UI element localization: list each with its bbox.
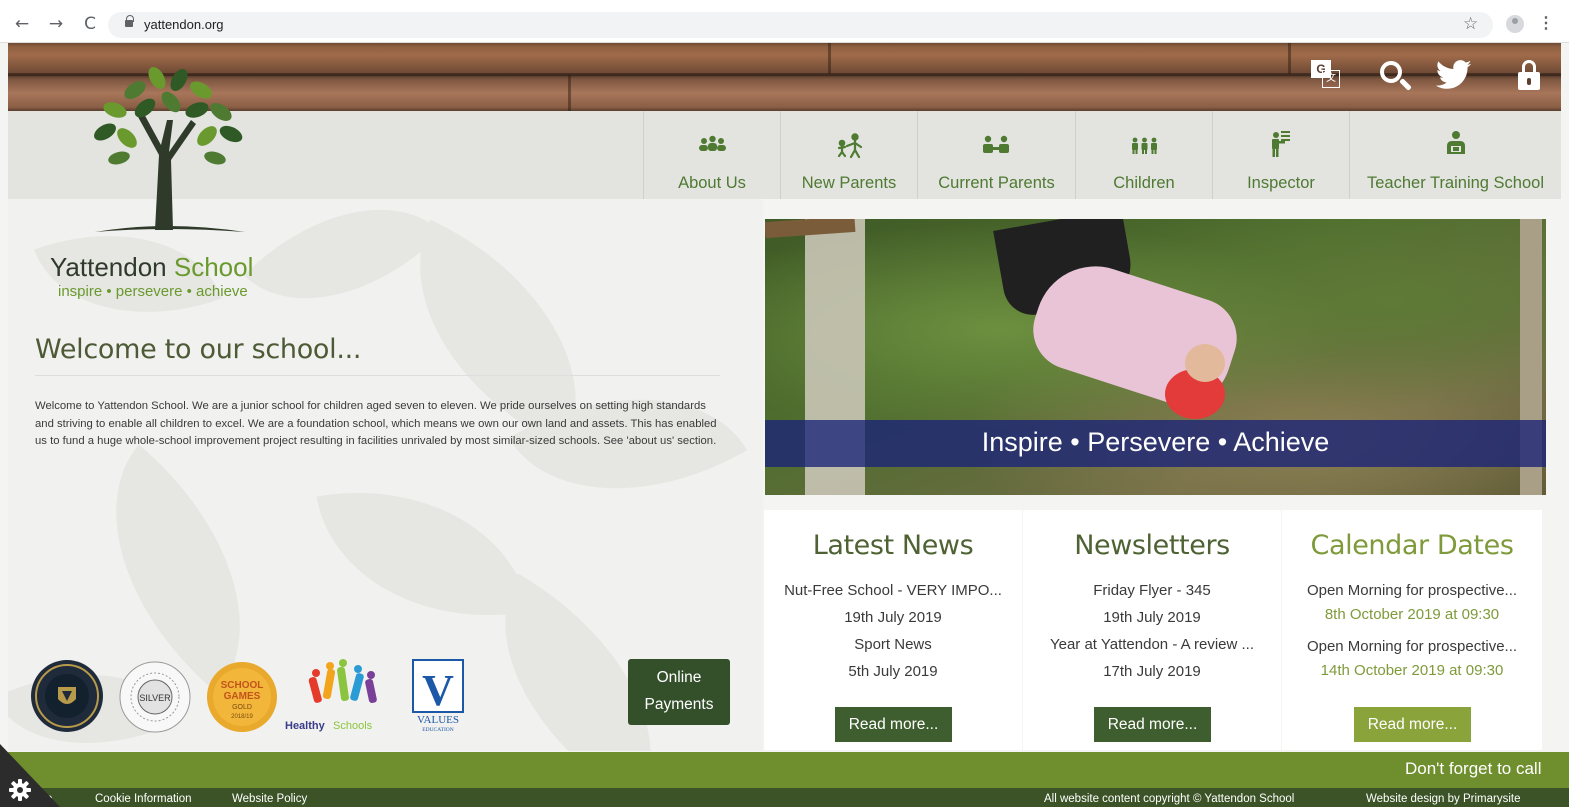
- footer-link-website-policy[interactable]: Website Policy: [232, 793, 307, 805]
- news-item-date: 19th July 2019: [844, 609, 942, 626]
- nav-current-parents[interactable]: Current Parents: [917, 111, 1075, 199]
- footer-link-cookie-information[interactable]: Cookie Information: [95, 793, 192, 805]
- svg-text:SILVER: SILVER: [139, 693, 171, 703]
- newsletter-item-link[interactable]: Year at Yattendon - A review ...: [1023, 636, 1281, 653]
- hero-caption: Inspire • Persevere • Achieve: [981, 427, 1330, 457]
- school-tagline: inspire • persevere • achieve: [58, 283, 248, 300]
- search-icon[interactable]: [1378, 60, 1414, 94]
- payments-label-line1: Online: [656, 669, 702, 686]
- profile-avatar-icon[interactable]: [1506, 15, 1524, 33]
- footer-copyright: All website content copyright © Yattendo…: [1044, 793, 1295, 805]
- nav-label: New Parents: [801, 174, 897, 192]
- forward-button[interactable]: →: [46, 14, 66, 34]
- presenter-icon: [1213, 129, 1349, 157]
- payments-label-line2: Payments: [644, 696, 714, 713]
- nav-teacher-training-school[interactable]: Teacher Training School: [1349, 111, 1561, 199]
- svg-text:2018/19: 2018/19: [231, 714, 253, 720]
- event-item-link[interactable]: Open Morning for prospective...: [1282, 638, 1542, 655]
- svg-text:Schools: Schools: [333, 720, 373, 732]
- url-text[interactable]: yattendon.org: [144, 17, 224, 32]
- footer-ticker-text: Don't forget to call: [1405, 759, 1542, 778]
- welcome-text: Welcome to Yattendon School. We are a ju…: [35, 400, 717, 447]
- twitter-icon[interactable]: [1435, 60, 1472, 90]
- nav-new-parents[interactable]: New Parents: [780, 111, 917, 199]
- address-bar[interactable]: yattendon.org: [108, 12, 1493, 38]
- values-education-badge[interactable]: V VALUES EDUCATION: [412, 659, 466, 733]
- healthy-schools-badge[interactable]: Healthy Schools: [283, 659, 408, 733]
- event-item-link[interactable]: Open Morning for prospective...: [1282, 582, 1542, 599]
- divider: [35, 375, 720, 376]
- newsletters-read-more-button[interactable]: Read more...: [1094, 707, 1211, 742]
- nav-label: About Us: [678, 174, 746, 192]
- adult-child-icon: [781, 133, 917, 159]
- nav-about-us[interactable]: About Us: [643, 111, 780, 199]
- secure-lock-icon: [125, 15, 134, 27]
- svg-text:VALUES: VALUES: [417, 714, 459, 726]
- svg-text:SCHOOL: SCHOOL: [221, 680, 264, 691]
- card-title: Calendar Dates: [1310, 530, 1514, 561]
- tab-strip: [0, 0, 1569, 8]
- school-name: Yattendon School: [50, 252, 254, 282]
- calendar-read-more-button[interactable]: Read more...: [1354, 707, 1471, 742]
- browser-menu-icon[interactable]: ⋮: [1538, 13, 1554, 33]
- academy-crest-badge[interactable]: [30, 659, 104, 733]
- card-title: Newsletters: [1074, 530, 1230, 561]
- back-button[interactable]: ←: [12, 14, 32, 34]
- hero-slideshow[interactable]: Inspire • Persevere • Achieve: [765, 219, 1546, 495]
- bookmark-star-icon[interactable]: ☆: [1463, 14, 1478, 34]
- footer-ticker-bar: [8, 752, 1569, 788]
- event-item-date: 8th October 2019 at 09:30: [1324, 606, 1500, 623]
- nav-children[interactable]: Children: [1075, 111, 1212, 199]
- google-translate-icon[interactable]: G 文: [1311, 60, 1343, 90]
- event-item-date: 14th October 2019 at 09:30: [1320, 662, 1504, 679]
- parents-icon: [918, 133, 1075, 157]
- nav-label: Children: [1113, 174, 1175, 192]
- nav-label: Teacher Training School: [1366, 174, 1545, 192]
- calendar-dates-card: Calendar Dates Open Morning for prospect…: [1282, 510, 1542, 750]
- school-games-gold-badge[interactable]: SCHOOL GAMES GOLD 2018/19: [206, 661, 278, 733]
- teacher-icon: [1350, 129, 1561, 154]
- anti-bullying-silver-badge[interactable]: SILVER: [118, 660, 192, 734]
- news-item-link[interactable]: Sport News: [764, 636, 1022, 653]
- news-item-date: 5th July 2019: [848, 663, 938, 680]
- svg-text:Healthy: Healthy: [285, 720, 326, 732]
- children-icon: [1076, 133, 1212, 157]
- gear-icon[interactable]: [8, 778, 32, 802]
- login-lock-icon[interactable]: [1518, 60, 1540, 90]
- school-logo-tree: [75, 60, 255, 240]
- nav-label: Current Parents: [938, 174, 1055, 192]
- footer-link-website-design[interactable]: Website design by Primarysite: [1366, 793, 1520, 805]
- browser-toolbar: ← → C yattendon.org ☆ ⋮: [0, 0, 1569, 43]
- nav-inspector[interactable]: Inspector: [1212, 111, 1349, 199]
- group-icon: [644, 133, 780, 157]
- news-read-more-button[interactable]: Read more...: [835, 707, 952, 742]
- welcome-heading: Welcome to our school...: [35, 334, 362, 365]
- svg-text:GOLD: GOLD: [232, 704, 252, 711]
- news-item-link[interactable]: Nut-Free School - VERY IMPO...: [764, 582, 1022, 599]
- online-payments-button[interactable]: Online Payments: [628, 659, 730, 725]
- card-title: Latest News: [812, 530, 974, 561]
- svg-text:EDUCATION: EDUCATION: [422, 727, 453, 733]
- newsletter-item-date: 17th July 2019: [1103, 663, 1201, 680]
- nav-label: Inspector: [1247, 174, 1315, 192]
- newsletter-item-date: 19th July 2019: [1103, 609, 1201, 626]
- latest-news-card: Latest News Nut-Free School - VERY IMPO.…: [764, 510, 1022, 750]
- reload-button[interactable]: C: [80, 14, 100, 34]
- svg-text:GAMES: GAMES: [224, 691, 261, 702]
- svg-text:V: V: [422, 666, 454, 715]
- newsletter-item-link[interactable]: Friday Flyer - 345: [1023, 582, 1281, 599]
- newsletters-card: Newsletters Friday Flyer - 345 19th July…: [1023, 510, 1281, 750]
